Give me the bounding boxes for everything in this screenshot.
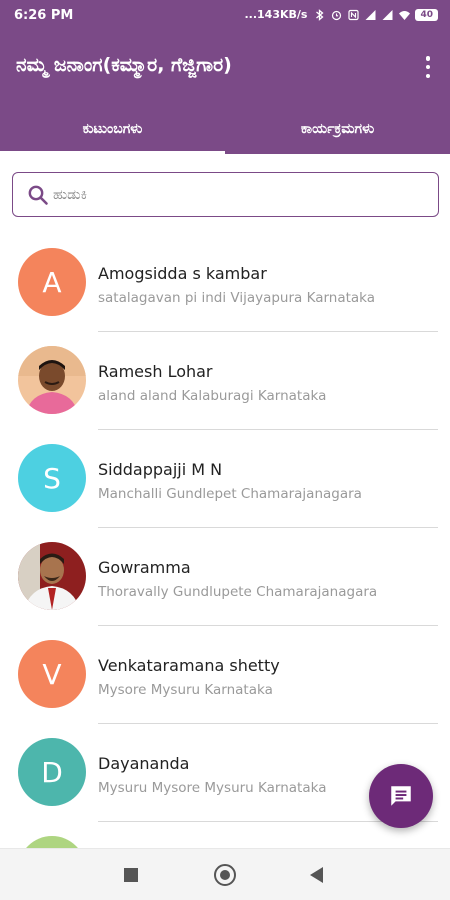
search-input[interactable] (53, 181, 423, 208)
more-vert-icon[interactable] (420, 54, 436, 80)
contact-name: Gowramma (98, 558, 191, 577)
contact-location: Mysuru Mysore Mysuru Karnataka (98, 780, 327, 796)
list-item[interactable]: S Siddappajji M N Manchalli Gundlepet Ch… (0, 430, 450, 528)
search-icon (28, 185, 48, 205)
avatar-photo (18, 346, 86, 414)
avatar-photo (18, 542, 86, 610)
chat-fab-button[interactable] (369, 764, 433, 828)
app-title: ನಮ್ಮ ಜನಾಂಗ(ಕಮ್ಮಾರ, ಗೆಜ್ಜಿಗಾರ) (16, 54, 232, 76)
network-speed: ...143KB/s (244, 8, 308, 21)
contact-list: A Amogsidda s kambar satalagavan pi indi… (0, 234, 450, 848)
avatar: D (18, 738, 86, 806)
contact-location: satalagavan pi indi Vijayapura Karnataka (98, 290, 376, 306)
list-item[interactable] (0, 822, 450, 848)
list-item[interactable]: Gowramma Thoravally Gundlupete Chamaraja… (0, 528, 450, 626)
avatar (18, 836, 86, 848)
status-icons: ...143KB/s 40 (244, 8, 438, 21)
avatar: S (18, 444, 86, 512)
nfc-icon (348, 9, 360, 20)
contact-name: Venkataramana shetty (98, 656, 280, 675)
list-item[interactable]: V Venkataramana shetty Mysore Mysuru Kar… (0, 626, 450, 724)
tab-events[interactable]: ಕಾರ್ಯಕ್ರಮಗಳು (225, 104, 450, 154)
status-bar: 6:26 PM ...143KB/s 40 (0, 0, 450, 32)
signal-icon (382, 9, 393, 20)
list-item[interactable]: A Amogsidda s kambar satalagavan pi indi… (0, 234, 450, 332)
search-box[interactable] (12, 172, 439, 217)
status-time: 6:26 PM (14, 8, 74, 23)
contact-location: aland aland Kalaburagi Karnataka (98, 388, 327, 404)
back-icon[interactable] (310, 867, 323, 883)
contact-name: Amogsidda s kambar (98, 264, 267, 283)
avatar: A (18, 248, 86, 316)
contact-name: Dayananda (98, 754, 190, 773)
contact-location: Thoravally Gundlupete Chamarajanagara (98, 584, 378, 600)
tab-families[interactable]: ಕುಟುಂಬಗಳು (0, 104, 225, 154)
contact-name: Siddappajji M N (98, 460, 223, 479)
avatar: V (18, 640, 86, 708)
bluetooth-icon (316, 8, 324, 21)
contact-name: Ramesh Lohar (98, 362, 213, 381)
wifi-icon (399, 10, 411, 20)
signal-icon (365, 9, 376, 20)
alarm-icon (332, 10, 342, 20)
recent-apps-icon[interactable] (124, 868, 138, 882)
chat-icon (391, 786, 411, 806)
home-icon[interactable] (214, 864, 236, 886)
contact-location: Manchalli Gundlepet Chamarajanagara (98, 486, 362, 502)
list-item[interactable]: Ramesh Lohar aland aland Kalaburagi Karn… (0, 332, 450, 430)
app-bar: ನಮ್ಮ ಜನಾಂಗ(ಕಮ್ಮಾರ, ಗೆಜ್ಜಿಗಾರ) (0, 32, 450, 104)
system-nav-bar (0, 848, 450, 900)
contact-location: Mysore Mysuru Karnataka (98, 682, 273, 698)
battery-icon: 40 (415, 8, 438, 21)
tab-bar: ಕುಟುಂಬಗಳು ಕಾರ್ಯಕ್ರಮಗಳು (0, 104, 450, 154)
